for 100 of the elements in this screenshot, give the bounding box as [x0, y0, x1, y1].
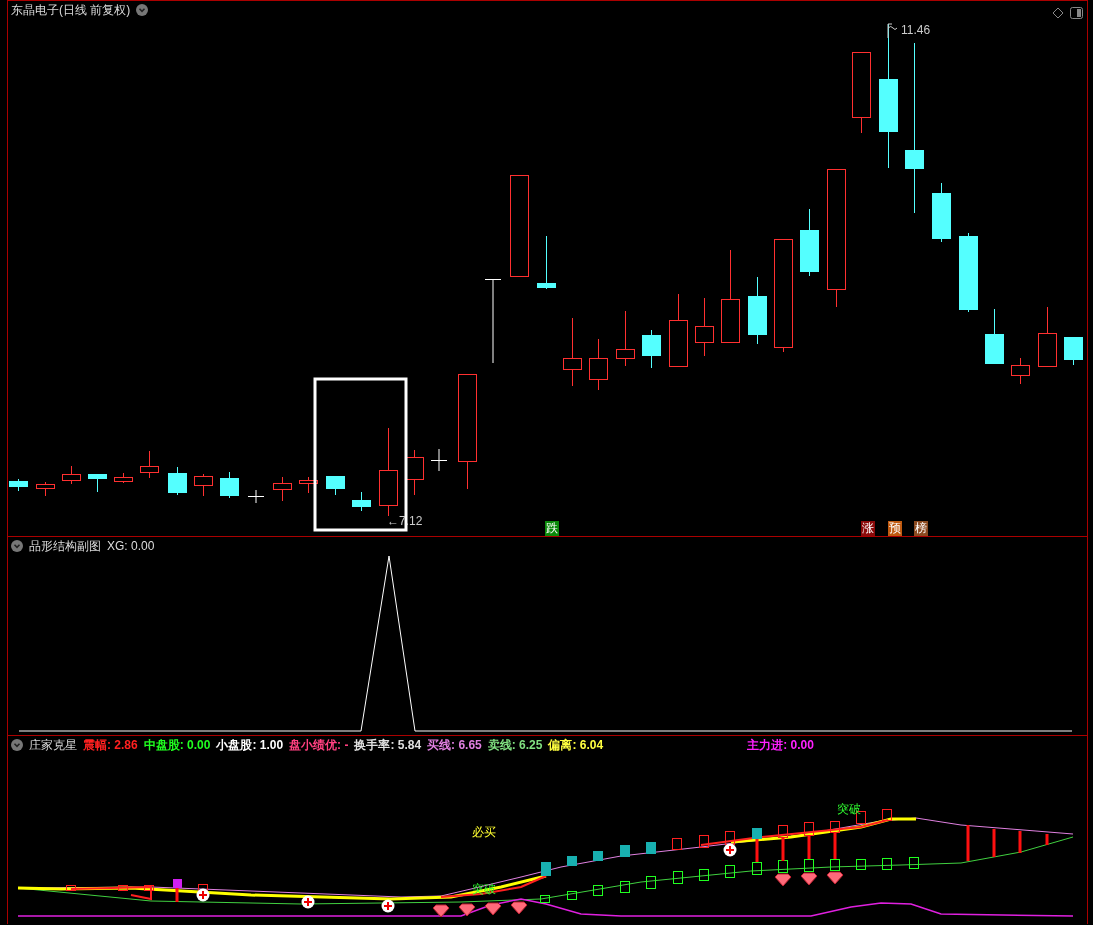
diamond-icon [432, 904, 450, 918]
candlestick [985, 308, 1004, 365]
candlestick [36, 481, 55, 497]
candlestick [140, 450, 159, 479]
signal-box [778, 860, 788, 873]
candlestick [168, 466, 187, 496]
signal-box [830, 821, 840, 833]
signal-box [909, 857, 919, 869]
chart-title: 庄家克星 [29, 736, 77, 754]
signal-box [804, 822, 814, 836]
indicator-value: 中盘股: 0.00 [143, 736, 211, 754]
signal-tag: 涨 [861, 521, 875, 536]
candlestick [273, 476, 292, 502]
diamond-icon [458, 903, 476, 917]
indicator-value: 小盘股: 1.00 [216, 736, 284, 754]
signal-box [725, 865, 735, 878]
diamond-icon [826, 871, 844, 885]
diamond-icon [774, 873, 792, 887]
candlestick [932, 182, 951, 243]
signal-bar [541, 862, 551, 876]
flag-icon [887, 23, 898, 39]
signal-box [725, 831, 735, 845]
high-price-label: 11.46 [901, 23, 931, 37]
candlestick [537, 235, 556, 290]
candlestick [114, 472, 133, 484]
candlestick [748, 276, 767, 345]
buy-signal-label: 必买 [472, 824, 496, 841]
candlestick [430, 448, 448, 472]
signal-stick [992, 829, 996, 857]
signal-box [198, 884, 208, 891]
plus-circle-icon [301, 895, 315, 909]
diamond-icon [800, 872, 818, 886]
candlestick [1064, 336, 1083, 366]
signal-stick [807, 835, 811, 859]
signal-box [752, 862, 762, 875]
candlestick [616, 310, 635, 367]
candlestick [9, 478, 28, 492]
signal-stick [781, 837, 785, 861]
signal-tag: 预 [888, 521, 902, 536]
signal-stick [1018, 831, 1022, 853]
signal-box [118, 885, 128, 891]
candlestick [326, 475, 345, 496]
signal-bar [646, 842, 656, 854]
indicator-value: 偏离: 6.04 [548, 736, 604, 754]
signal-box [646, 876, 656, 889]
indicator-value: 卖线: 6.25 [487, 736, 543, 754]
signal-stick [833, 832, 837, 859]
signal-stick [175, 888, 179, 902]
candlestick [405, 449, 424, 496]
indicator-value: XG: 0.00 [107, 539, 155, 553]
signal-box [856, 859, 866, 870]
candlestick [642, 329, 661, 369]
signal-stick [755, 839, 759, 862]
candlestick [589, 338, 608, 391]
signal-box [882, 809, 892, 821]
signal-box [620, 881, 630, 893]
plus-circle-icon [196, 888, 210, 902]
diamond-icon [510, 901, 528, 915]
candlestick [299, 476, 318, 494]
indicator-value: 震幅: 2.86 [83, 736, 138, 754]
diamond-icon[interactable] [1052, 7, 1064, 19]
chart-title: 品形结构副图 [29, 537, 101, 555]
signal-box [673, 871, 683, 884]
signal-bar [593, 851, 603, 861]
candlestick [800, 208, 819, 277]
indicator-value: 盘小绩优: - [289, 736, 349, 754]
signal-box [540, 895, 550, 903]
signal-box [830, 859, 840, 871]
candlestick [62, 465, 81, 485]
candlestick [563, 317, 582, 387]
signal-box [672, 838, 682, 850]
dropdown-icon[interactable] [11, 540, 23, 552]
signal-bar [567, 856, 577, 866]
signal-box [699, 835, 709, 848]
signal-tag: 跌 [545, 521, 559, 536]
candlestick [194, 473, 213, 497]
signal-bar [620, 845, 630, 857]
signal-box [882, 858, 892, 870]
marker-square [173, 879, 182, 888]
dropdown-icon[interactable] [11, 739, 23, 751]
panel-toggle-icon[interactable] [1070, 7, 1083, 19]
signal-box [804, 859, 814, 872]
breakout-label: 突破 [837, 801, 861, 818]
signal-box [593, 885, 603, 896]
signal-stick [966, 825, 970, 861]
breakout-label: 突破 [472, 881, 496, 898]
signal-box [144, 885, 154, 891]
signal-tag: 榜 [914, 521, 928, 536]
candlestick [352, 491, 371, 512]
indicator-value: 主力进: 0.00 [747, 736, 814, 754]
candlestick [247, 489, 265, 504]
indicator-value: 换手率: 5.84 [354, 736, 422, 754]
dropdown-icon[interactable] [136, 4, 149, 16]
diamond-icon [484, 902, 502, 916]
signal-box [699, 869, 709, 881]
candlestick [220, 471, 239, 499]
signal-box [66, 885, 76, 891]
indicator-value: 买线: 6.65 [427, 736, 482, 754]
chart-title: 东晶电子(日线 前复权) [11, 1, 131, 19]
candlestick [88, 473, 107, 493]
